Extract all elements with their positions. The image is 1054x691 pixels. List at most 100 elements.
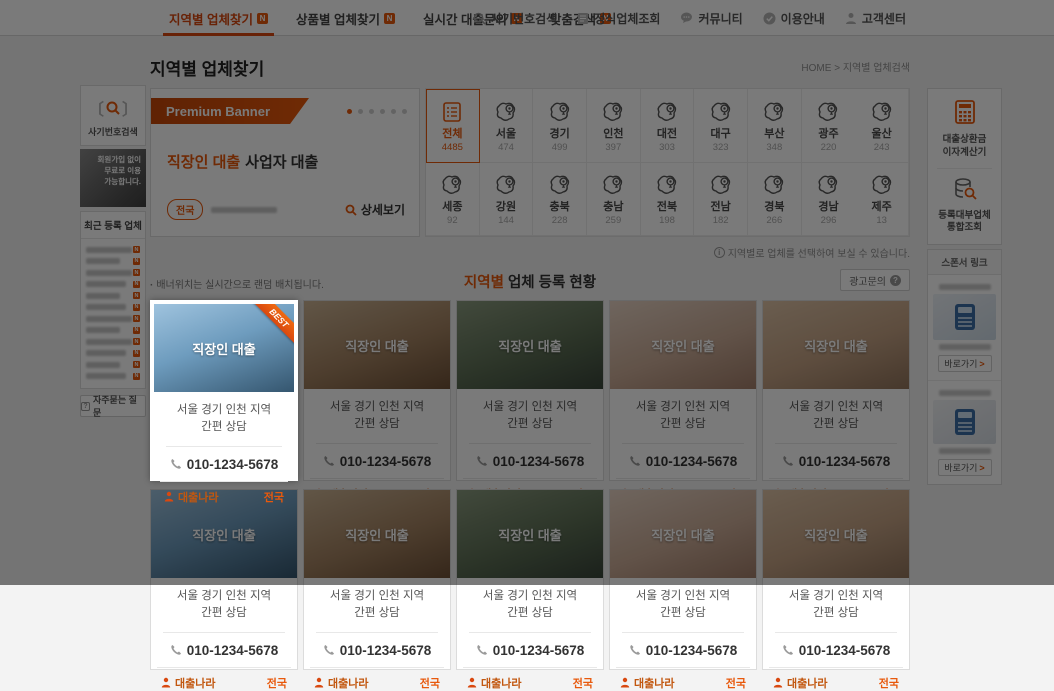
pagination-dot[interactable] — [369, 109, 374, 114]
promo-line: 회원가입 없이 — [85, 155, 141, 166]
blurred-company-name — [86, 339, 132, 345]
region-cell[interactable]: 세종 92 — [426, 163, 480, 237]
card-company[interactable]: 대출나라 — [773, 675, 827, 691]
company-card[interactable]: 직장인 대출 서울 경기 인천 지역 간편 상담 010-1234-5678 대… — [303, 300, 451, 481]
card-phone[interactable]: 010-1234-5678 — [304, 444, 450, 478]
registered-lender-lookup-link[interactable]: 등록대부업체 통합조회 — [931, 177, 998, 236]
card-phone[interactable]: 010-1234-5678 — [457, 633, 603, 667]
pagination-dot[interactable] — [358, 109, 363, 114]
calculator-illustration — [955, 304, 975, 330]
fraud-number-search-widget[interactable]: 〔 〕 사기번호검색 — [80, 85, 146, 146]
region-map-pin-icon — [815, 173, 841, 197]
region-cell[interactable]: 충남 259 — [587, 163, 641, 237]
recent-company-item[interactable]: N — [86, 348, 140, 360]
region-cell[interactable]: 충북 228 — [533, 163, 587, 237]
recent-company-item[interactable]: N — [86, 290, 140, 302]
company-card[interactable]: 직장인 대출 서울 경기 인천 지역 간편 상담 010-1234-5678 대… — [303, 489, 451, 670]
region-map-pin-icon — [761, 173, 787, 197]
card-company[interactable]: 대출나라 — [620, 675, 674, 691]
card-phone[interactable]: 010-1234-5678 — [304, 633, 450, 667]
pagination-dot[interactable] — [347, 109, 352, 114]
company-card[interactable]: 직장인 대출 서울 경기 인천 지역 간편 상담 010-1234-5678 대… — [609, 300, 757, 481]
utility-community[interactable]: 커뮤니티 — [680, 0, 742, 36]
recent-company-item[interactable]: N — [86, 244, 140, 256]
region-cell[interactable]: 울산 243 — [855, 89, 909, 163]
calculator-icon — [953, 99, 977, 125]
recent-company-item[interactable]: N — [86, 336, 140, 348]
recent-company-item[interactable]: N — [86, 325, 140, 337]
card-company[interactable]: 대출나라 — [467, 675, 521, 691]
recent-company-item[interactable]: N — [86, 359, 140, 371]
region-cell[interactable]: 대전 303 — [641, 89, 695, 163]
utility-company-lookup[interactable]: 정식업체조회 — [577, 0, 660, 36]
utility-customer-center[interactable]: 고객센터 — [845, 0, 906, 36]
region-cell[interactable]: 경북 266 — [748, 163, 802, 237]
card-phone[interactable]: 010-1234-5678 — [610, 444, 756, 478]
sponsor-go-button[interactable]: 바로가기 > — [938, 355, 992, 372]
card-phone[interactable]: 010-1234-5678 — [151, 633, 297, 667]
loan-interest-calculator-link[interactable]: 대출상환금 이자계산기 — [931, 99, 998, 160]
new-badge: N — [133, 258, 140, 265]
card-phone[interactable]: 010-1234-5678 — [763, 633, 909, 667]
card-phone[interactable]: 010-1234-5678 — [154, 447, 294, 481]
card-phone[interactable]: 010-1234-5678 — [763, 444, 909, 478]
card-company[interactable]: 대출나라 — [161, 675, 215, 691]
company-card[interactable]: 직장인 대출 서울 경기 인천 지역 간편 상담 010-1234-5678 대… — [150, 489, 298, 670]
utility-guide[interactable]: 이용안내 — [763, 0, 825, 36]
region-cell[interactable]: 대구 323 — [694, 89, 748, 163]
region-map-pin-icon — [600, 100, 626, 124]
sponsor-go-button[interactable]: 바로가기 > — [938, 459, 992, 476]
recent-company-item[interactable]: N — [86, 313, 140, 325]
region-cell[interactable]: 광주 220 — [802, 89, 856, 163]
region-name: 경기 — [550, 125, 570, 141]
region-name: 서울 — [496, 125, 516, 141]
pagination-dot[interactable] — [391, 109, 396, 114]
recent-company-item[interactable]: N — [86, 302, 140, 314]
company-card[interactable]: 직장인 대출 서울 경기 인천 지역 간편 상담 010-1234-5678 대… — [456, 489, 604, 670]
region-cell[interactable]: 강원 144 — [480, 163, 534, 237]
region-cell[interactable]: 전북 198 — [641, 163, 695, 237]
recent-company-item[interactable]: N — [86, 279, 140, 291]
company-card[interactable]: 직장인 대출 서울 경기 인천 지역 간편 상담 010-1234-5678 대… — [762, 300, 910, 481]
detail-link[interactable]: 상세보기 — [345, 201, 405, 218]
region-cell[interactable]: 경기 499 — [533, 89, 587, 163]
company-card[interactable]: 직장인 대출 서울 경기 인천 지역 간편 상담 010-1234-5678 대… — [609, 489, 757, 670]
utility-fraud-search[interactable]: 사기번호검색 — [473, 0, 557, 36]
search-icon — [345, 204, 357, 216]
pagination-dot[interactable] — [402, 109, 407, 114]
card-phone[interactable]: 010-1234-5678 — [457, 444, 603, 478]
free-signup-promo-banner[interactable]: 회원가입 없이 무료로 이용 가능합니다. — [80, 149, 146, 207]
region-map-pin-icon — [493, 173, 519, 197]
region-count: 220 — [821, 142, 837, 153]
card-phone[interactable]: 010-1234-5678 — [610, 633, 756, 667]
card-company-name: 대출나라 — [481, 675, 521, 691]
region-cell[interactable]: 경남 296 — [802, 163, 856, 237]
company-card[interactable]: 직장인 대출 서울 경기 인천 지역 간편 상담 010-1234-5678 대… — [456, 300, 604, 481]
company-card[interactable]: BEST 직장인 대출 서울 경기 인천 지역 간편 상담 010-1234-5… — [150, 300, 298, 481]
recent-company-item[interactable]: N — [86, 267, 140, 279]
region-count: 323 — [713, 142, 729, 153]
recent-company-item[interactable]: N — [86, 256, 140, 268]
promo-line: 가능합니다. — [85, 177, 141, 188]
sponsor-item[interactable]: 바로가기 > — [928, 275, 1001, 380]
region-cell-all[interactable]: 전체 4485 — [426, 89, 480, 163]
faq-button[interactable]: ? 자주묻는 질문 — [80, 395, 146, 417]
region-cell[interactable]: 제주 13 — [855, 163, 909, 237]
nav-tab[interactable]: 상품별 업체찾기 N — [282, 0, 409, 36]
nav-tab[interactable]: 지역별 업체찾기 N — [155, 0, 282, 36]
search-icon — [473, 12, 486, 25]
region-cell[interactable]: 전남 182 — [694, 163, 748, 237]
ad-inquiry-button[interactable]: 광고문의 ? — [840, 269, 910, 291]
region-cell[interactable]: 서울 474 — [480, 89, 534, 163]
pagination-dot[interactable] — [380, 109, 385, 114]
region-cell[interactable]: 부산 348 — [748, 89, 802, 163]
premium-banner[interactable]: Premium Banner 직장인 대출사업자 대출 전국 상세보기 — [150, 88, 420, 237]
card-phone-number: 010-1234-5678 — [493, 643, 585, 658]
blurred-company-name — [211, 207, 277, 213]
card-company[interactable]: 대출나라 — [164, 489, 218, 505]
sponsor-item[interactable]: 바로가기 > — [928, 380, 1001, 484]
card-company[interactable]: 대출나라 — [314, 675, 368, 691]
recent-company-item[interactable]: N — [86, 371, 140, 383]
region-cell[interactable]: 인천 397 — [587, 89, 641, 163]
company-card[interactable]: 직장인 대출 서울 경기 인천 지역 간편 상담 010-1234-5678 대… — [762, 489, 910, 670]
